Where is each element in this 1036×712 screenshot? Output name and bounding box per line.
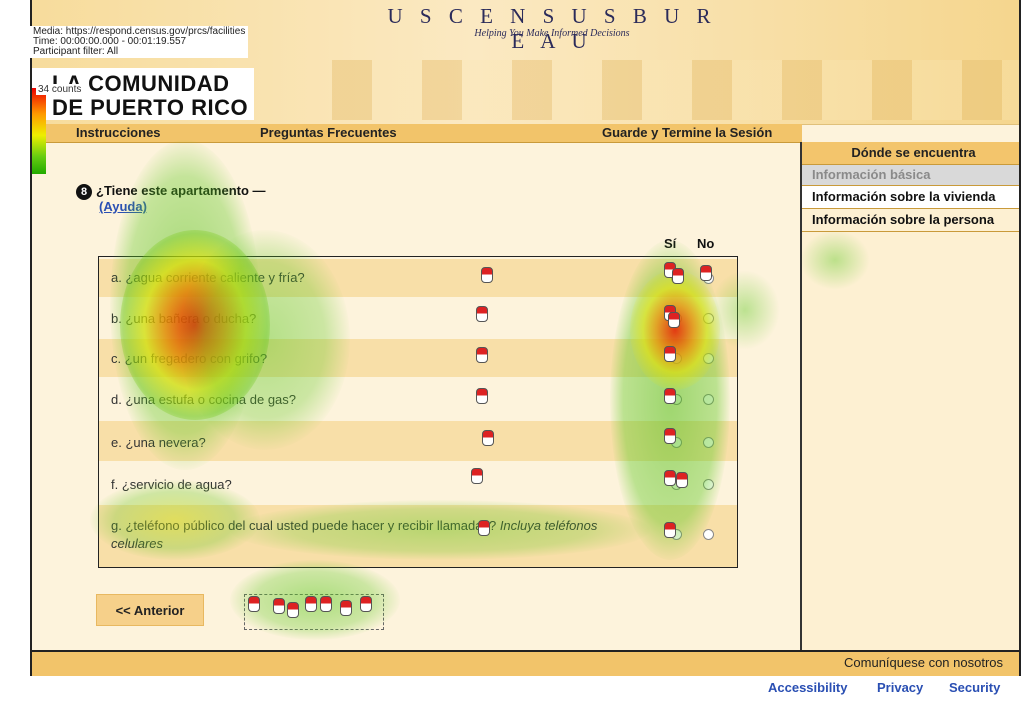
privacy-link[interactable]: Privacy	[877, 680, 923, 695]
radio-si[interactable]	[671, 394, 682, 405]
nav-preguntas-frecuentes[interactable]: Preguntas Frecuentes	[260, 125, 397, 140]
sidebar-item-vivienda[interactable]: Información sobre la vivienda	[802, 186, 1019, 209]
table-row: f. ¿servicio de agua?	[99, 463, 737, 503]
help-link[interactable]: (Ayuda)	[99, 199, 147, 214]
radio-no[interactable]	[703, 273, 714, 284]
sidebar-item-basica[interactable]: Información básica	[802, 165, 1019, 186]
table-row: a. ¿agua corriente caliente y fría?	[99, 259, 737, 297]
row-question: g. ¿teléfono público del cual usted pued…	[111, 518, 497, 533]
legend-counts: 34 counts	[36, 84, 84, 95]
anterior-button[interactable]: << Anterior	[96, 594, 204, 626]
radio-si[interactable]	[671, 479, 682, 490]
legend-gradient	[32, 88, 46, 174]
question-8: 8 ¿Tiene este apartamento —	[76, 183, 266, 200]
accessibility-link[interactable]: Accessibility	[768, 680, 848, 695]
radio-no[interactable]	[703, 479, 714, 490]
row-label: f. ¿servicio de agua?	[111, 477, 232, 492]
table-row: g. ¿teléfono público del cual usted pued…	[99, 505, 737, 567]
overlay-info: Media: https://respond.census.gov/prcs/f…	[30, 26, 249, 58]
row-label: a. ¿agua corriente caliente y fría?	[111, 270, 305, 285]
radio-si[interactable]	[671, 437, 682, 448]
radio-si[interactable]	[671, 529, 682, 540]
radio-no[interactable]	[703, 529, 714, 540]
nav-guarde-termine[interactable]: Guarde y Termine la Sesión	[602, 125, 772, 140]
agency-tagline: Helping You Make Informed Decisions	[474, 28, 630, 39]
row-label: d. ¿una estufa o cocina de gas?	[111, 392, 297, 407]
radio-no[interactable]	[703, 437, 714, 448]
column-no: No	[697, 236, 715, 251]
question-number: 8	[76, 184, 92, 200]
question-table: a. ¿agua corriente caliente y fría? b. ¿…	[98, 256, 738, 568]
sidebar-title: Dónde se encuentra	[802, 142, 1019, 165]
question-text: ¿Tiene este apartamento —	[96, 183, 266, 198]
community-title: LA COMUNIDAD DE PUERTO RICO	[52, 72, 248, 120]
overlay-filter: Participant filter: All	[33, 46, 119, 57]
radio-no[interactable]	[703, 394, 714, 405]
column-si: Sí	[664, 236, 677, 251]
header-banner: U S C E N S U S B U R E A U Helping You …	[32, 0, 1019, 125]
radio-no[interactable]	[703, 313, 714, 324]
nav-instrucciones[interactable]: Instrucciones	[76, 125, 161, 140]
contact-link[interactable]: Comuníquese con nosotros	[844, 655, 1003, 670]
top-nav: Instrucciones Preguntas Frecuentes Guard…	[32, 124, 802, 143]
community-line-2: DE PUERTO RICO	[52, 95, 249, 120]
table-row: e. ¿una nevera?	[99, 421, 737, 461]
footer-bar: Comuníquese con nosotros	[32, 650, 1019, 676]
row-label: c. ¿un fregadero con grifo?	[111, 351, 268, 366]
radio-no[interactable]	[703, 353, 714, 364]
radio-si[interactable]	[671, 353, 682, 364]
radio-si[interactable]	[671, 273, 682, 284]
security-link[interactable]: Security	[949, 680, 1000, 695]
progress-sidebar: Dónde se encuentra Información básica In…	[800, 142, 1019, 650]
banner-photo	[332, 60, 1019, 120]
table-row: c. ¿un fregadero con grifo?	[99, 339, 737, 377]
table-row: b. ¿una bañera o ducha?	[99, 299, 737, 337]
row-label: g. ¿teléfono público del cual usted pued…	[111, 517, 631, 553]
sidebar-item-persona[interactable]: Información sobre la persona	[802, 209, 1019, 232]
row-label: e. ¿una nevera?	[111, 435, 206, 450]
radio-si[interactable]	[671, 313, 682, 324]
table-row: d. ¿una estufa o cocina de gas?	[99, 379, 737, 419]
click-cluster-box	[244, 594, 384, 630]
row-label: b. ¿una bañera o ducha?	[111, 311, 257, 326]
